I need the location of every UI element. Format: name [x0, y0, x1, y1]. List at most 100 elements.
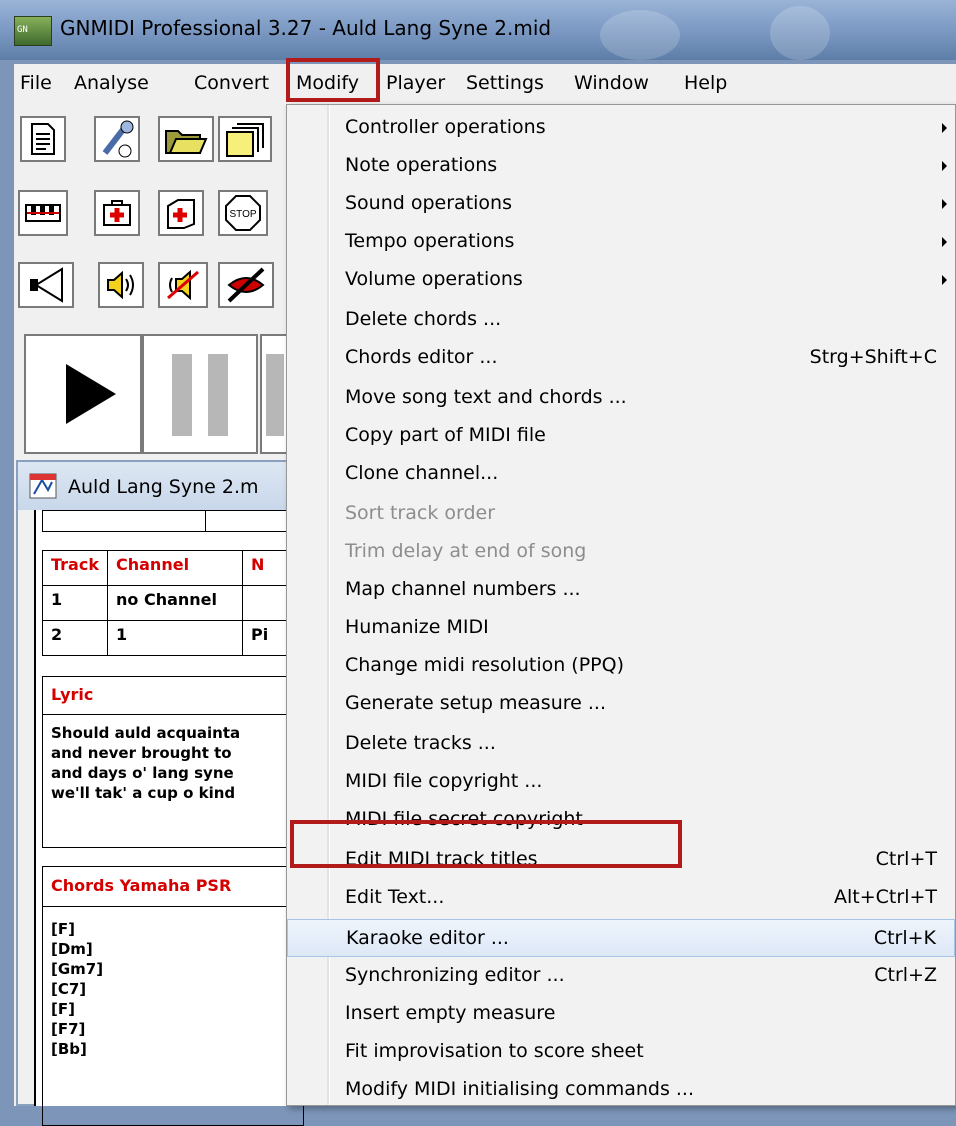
chord-line: [F]: [51, 1000, 75, 1018]
open-multiple-icon[interactable]: [218, 116, 272, 162]
menu-file[interactable]: File: [20, 72, 52, 94]
menu-item-shortcut: Alt+Ctrl+T: [834, 886, 937, 908]
lyric-header: Lyric: [43, 677, 303, 715]
menu-item-label: Fit improvisation to score sheet: [345, 1040, 644, 1062]
submenu-arrow-icon: [942, 123, 947, 133]
mute-speaker-icon[interactable]: [158, 262, 208, 308]
menu-item-modify-midi-initialising-commands[interactable]: Modify MIDI initialising commands ...: [287, 1071, 955, 1109]
menu-item-map-channel-numbers[interactable]: Map channel numbers ...: [287, 571, 955, 609]
menu-item-label: Humanize MIDI: [345, 616, 489, 638]
stop-sign-label: STOP: [229, 209, 256, 220]
menu-item-volume-operations[interactable]: Volume operations: [287, 261, 955, 299]
menu-item-label: Generate setup measure ...: [345, 692, 606, 714]
menu-item-label: Copy part of MIDI file: [345, 424, 546, 446]
partial-cell: [205, 510, 295, 532]
submenu-arrow-icon: [942, 237, 947, 247]
lyric-line: Should auld acquainta: [51, 724, 241, 742]
repair-kit-icon[interactable]: [94, 190, 140, 236]
menu-item-move-song-text-and-chords[interactable]: Move song text and chords ...: [287, 379, 955, 417]
chord-line: [Gm7]: [51, 960, 104, 978]
lyric-block: Lyric Should auld acquainta and never br…: [42, 676, 304, 848]
chords-header: Chords Yamaha PSR: [43, 867, 303, 907]
analysis-document: Track Channel N 1 no Channel 2 1 Pi Lyri…: [34, 510, 304, 1126]
cone-speaker-icon[interactable]: [18, 262, 74, 308]
menu-item-edit-text[interactable]: Edit Text... Alt+Ctrl+T: [287, 879, 955, 917]
submenu-arrow-icon: [942, 161, 947, 171]
menu-item-chords-editor[interactable]: Chords editor ... Strg+Shift+C: [287, 339, 955, 377]
table-header-track: Track: [42, 550, 108, 586]
lyric-line: we'll tak' a cup o kind: [51, 784, 236, 802]
menu-item-label: Synchronizing editor ...: [345, 964, 565, 986]
menu-item-label: Delete tracks ...: [345, 732, 496, 754]
menu-item-label: Tempo operations: [345, 230, 515, 252]
menu-item-karaoke-editor[interactable]: Karaoke editor ... Ctrl+K: [287, 919, 955, 957]
menu-bar: File Analyse Convert Modify Player Setti…: [14, 64, 956, 107]
child-title-bar[interactable]: Auld Lang Syne 2.m: [18, 462, 294, 510]
menu-item-label: Sort track order: [345, 502, 496, 524]
menu-item-delete-tracks[interactable]: Delete tracks ...: [287, 725, 955, 763]
menu-item-shortcut: Ctrl+K: [873, 927, 936, 949]
midi-file-icon: [29, 473, 57, 499]
chord-line: [F7]: [51, 1020, 86, 1038]
menu-settings[interactable]: Settings: [466, 72, 544, 94]
app-icon: GN: [14, 16, 52, 46]
table-cell: no Channel: [107, 585, 243, 621]
submenu-arrow-icon: [942, 199, 947, 209]
midi-cable-icon[interactable]: [94, 116, 140, 162]
new-document-icon[interactable]: [20, 116, 66, 162]
chord-line: [F]: [51, 920, 75, 938]
menu-item-label: Insert empty measure: [345, 1002, 556, 1024]
submenu-arrow-icon: [942, 275, 947, 285]
menu-item-label: Edit Text...: [345, 886, 445, 908]
menu-player[interactable]: Player: [386, 72, 445, 94]
menu-analyse[interactable]: Analyse: [74, 72, 149, 94]
menu-window[interactable]: Window: [574, 72, 649, 94]
table-cell: 1: [107, 620, 243, 656]
chord-line: [C7]: [51, 980, 87, 998]
menu-item-midi-file-copyright[interactable]: MIDI file copyright ...: [287, 763, 955, 801]
menu-item-controller-operations[interactable]: Controller operations: [287, 109, 955, 147]
menu-item-shortcut: Ctrl+T: [875, 848, 937, 870]
table-cell: 2: [42, 620, 108, 656]
table-header-channel: Channel: [107, 550, 243, 586]
menu-item-copy-part-of-midi-file[interactable]: Copy part of MIDI file: [287, 417, 955, 455]
menu-item-fit-improvisation-to-score-sheet[interactable]: Fit improvisation to score sheet: [287, 1033, 955, 1071]
menu-help[interactable]: Help: [684, 72, 727, 94]
menu-item-delete-chords[interactable]: Delete chords ...: [287, 301, 955, 339]
menu-item-note-operations[interactable]: Note operations: [287, 147, 955, 185]
menu-item-sound-operations[interactable]: Sound operations: [287, 185, 955, 223]
window-title-bar[interactable]: GN GNMIDI Professional 3.27 - Auld Lang …: [0, 0, 956, 60]
menu-item-label: Modify MIDI initialising commands ...: [345, 1078, 695, 1100]
menu-item-label: Controller operations: [345, 116, 546, 138]
lyric-line: and never brought to: [51, 744, 232, 762]
chord-line: [Bb]: [51, 1040, 87, 1058]
no-lips-icon[interactable]: [218, 262, 274, 308]
menu-convert[interactable]: Convert: [194, 72, 269, 94]
menu-item-generate-setup-measure[interactable]: Generate setup measure ...: [287, 685, 955, 723]
speaker-volume-icon[interactable]: [98, 262, 144, 308]
menu-item-label: MIDI file copyright ...: [345, 770, 543, 792]
chord-line: [Dm]: [51, 940, 93, 958]
menu-item-trim-delay-at-end-of-song: Trim delay at end of song: [287, 533, 955, 571]
play-icon[interactable]: [24, 334, 142, 454]
menu-item-humanize-midi[interactable]: Humanize MIDI: [287, 609, 955, 647]
karaoke-highlight-box: [290, 820, 682, 868]
window-title: GNMIDI Professional 3.27 - Auld Lang Syn…: [60, 16, 552, 40]
pause-icon[interactable]: [142, 334, 258, 454]
open-folder-icon[interactable]: [158, 116, 214, 162]
menu-item-insert-empty-measure[interactable]: Insert empty measure: [287, 995, 955, 1033]
menu-item-label: Change midi resolution (PPQ): [345, 654, 625, 676]
first-aid-icon[interactable]: [158, 190, 204, 236]
menu-item-label: Chords editor ...: [345, 346, 498, 368]
menu-item-label: Trim delay at end of song: [345, 540, 587, 562]
keyboard-icon[interactable]: [18, 190, 68, 236]
stop-sign-icon[interactable]: STOP: [218, 190, 268, 236]
menu-item-synchronizing-editor[interactable]: Synchronizing editor ... Ctrl+Z: [287, 957, 955, 995]
chords-block: Chords Yamaha PSR [F] [Dm] [Gm7] [C7] [F…: [42, 866, 304, 1126]
menu-item-clone-channel[interactable]: Clone channel...: [287, 455, 955, 493]
menu-item-tempo-operations[interactable]: Tempo operations: [287, 223, 955, 261]
menu-item-change-midi-resolution-ppq[interactable]: Change midi resolution (PPQ): [287, 647, 955, 685]
menu-item-label: Delete chords ...: [345, 308, 502, 330]
menu-item-label: Map channel numbers ...: [345, 578, 581, 600]
modify-highlight-box: [286, 58, 380, 102]
